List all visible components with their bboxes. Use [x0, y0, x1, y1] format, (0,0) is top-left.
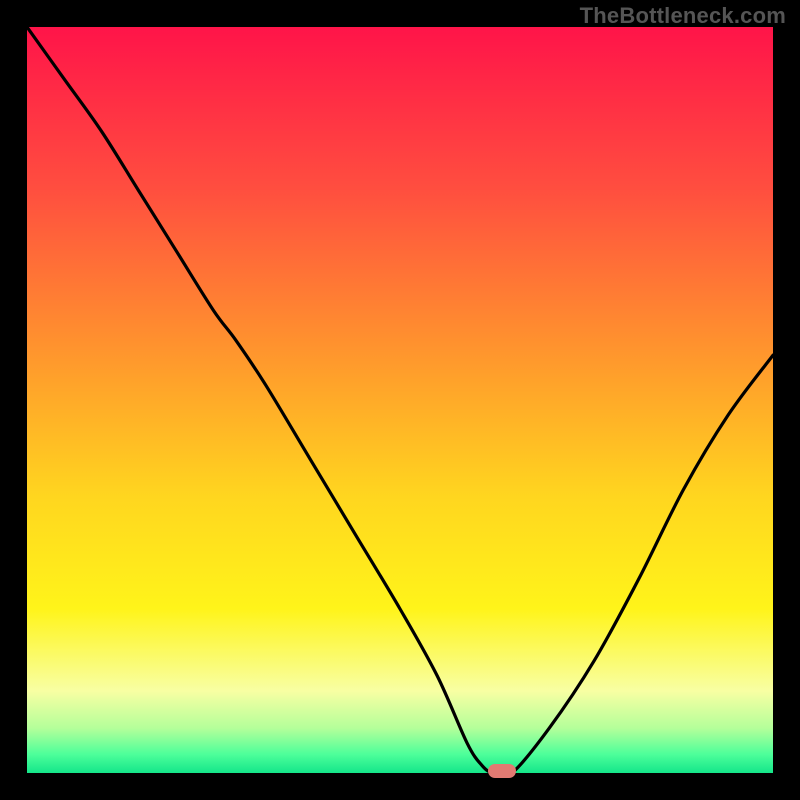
watermark-text: TheBottleneck.com	[580, 3, 786, 29]
optimal-marker	[488, 764, 516, 778]
plot-area	[27, 27, 773, 773]
gradient-bg	[27, 27, 773, 773]
chart-frame: TheBottleneck.com	[0, 0, 800, 800]
chart-svg	[27, 27, 773, 773]
